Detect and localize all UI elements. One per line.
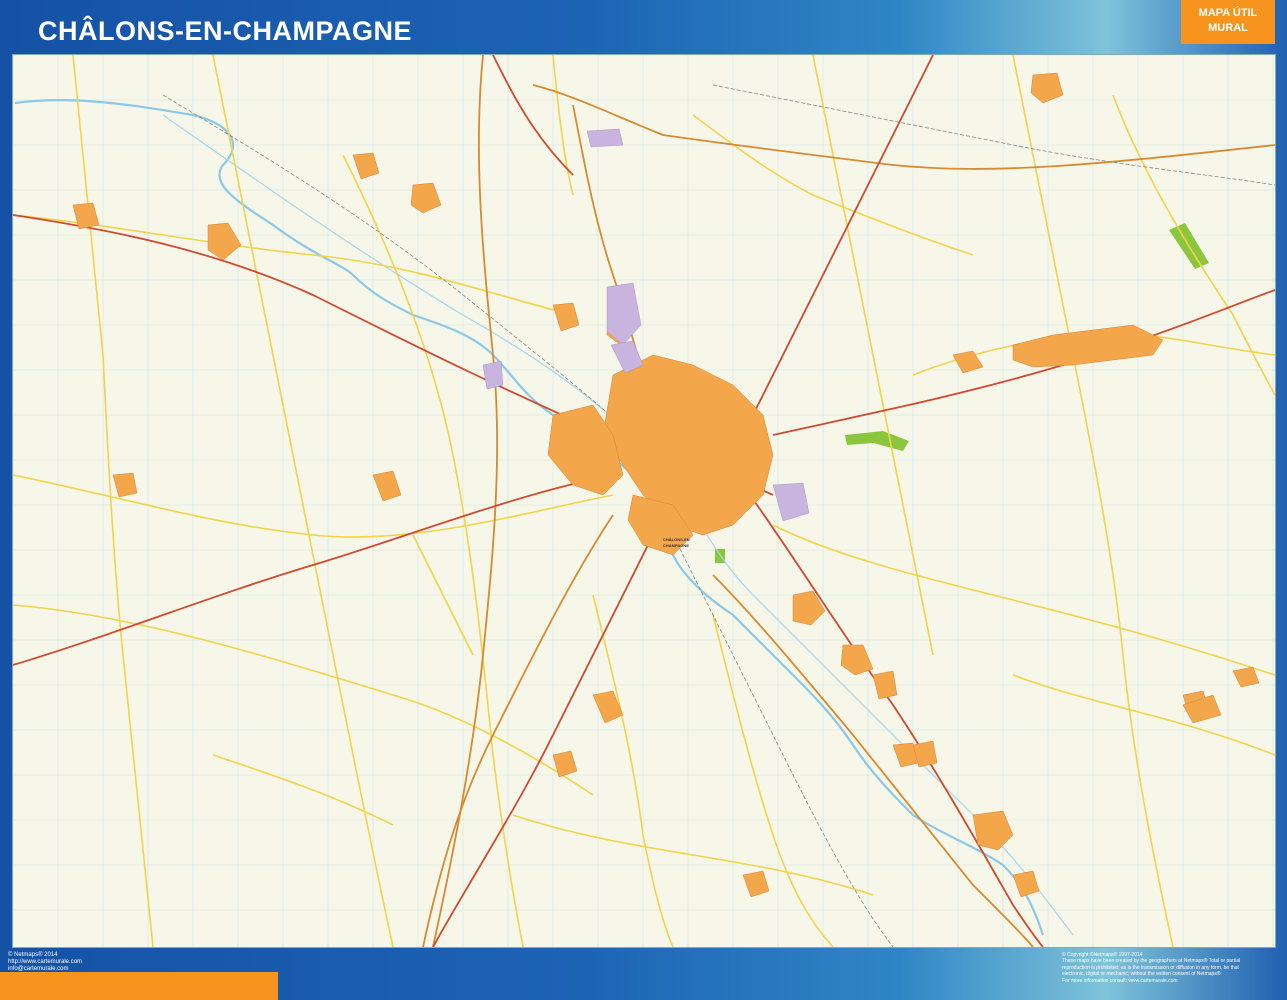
footer-orange-strip: [0, 972, 278, 1000]
city-label-1: CHÂLONS-EN: [663, 537, 690, 542]
footer-right: © Copyright ©Netmaps® 1997-2014 These ma…: [1062, 952, 1277, 984]
city-label-2: CHAMPAGNE: [663, 543, 689, 548]
mapa-util-badge: MAPA ÚTIL MURAL: [1181, 0, 1275, 44]
badge-line-2: MURAL: [1208, 22, 1248, 34]
footer-left: © Netmaps® 2014 http://www.cartemurale.c…: [8, 952, 82, 973]
footer-right-line-5: For more information consult: www.cartem…: [1062, 977, 1178, 984]
map-drawing: CHÂLONS-EN CHAMPAGNE: [13, 55, 1275, 947]
footer-website[interactable]: http://www.cartemurale.com: [8, 959, 82, 966]
map-canvas[interactable]: CHÂLONS-EN CHAMPAGNE: [12, 54, 1276, 948]
map-labels: CHÂLONS-EN CHAMPAGNE: [663, 537, 690, 548]
badge-line-1: MAPA ÚTIL: [1198, 7, 1258, 19]
map-title: CHÂLONS-EN-CHAMPAGNE: [38, 16, 412, 46]
canal: [162, 114, 1074, 936]
main-roads: [422, 55, 1275, 947]
urban-areas: [72, 72, 1260, 898]
footer-copyright: © Netmaps® 2014: [8, 952, 58, 958]
